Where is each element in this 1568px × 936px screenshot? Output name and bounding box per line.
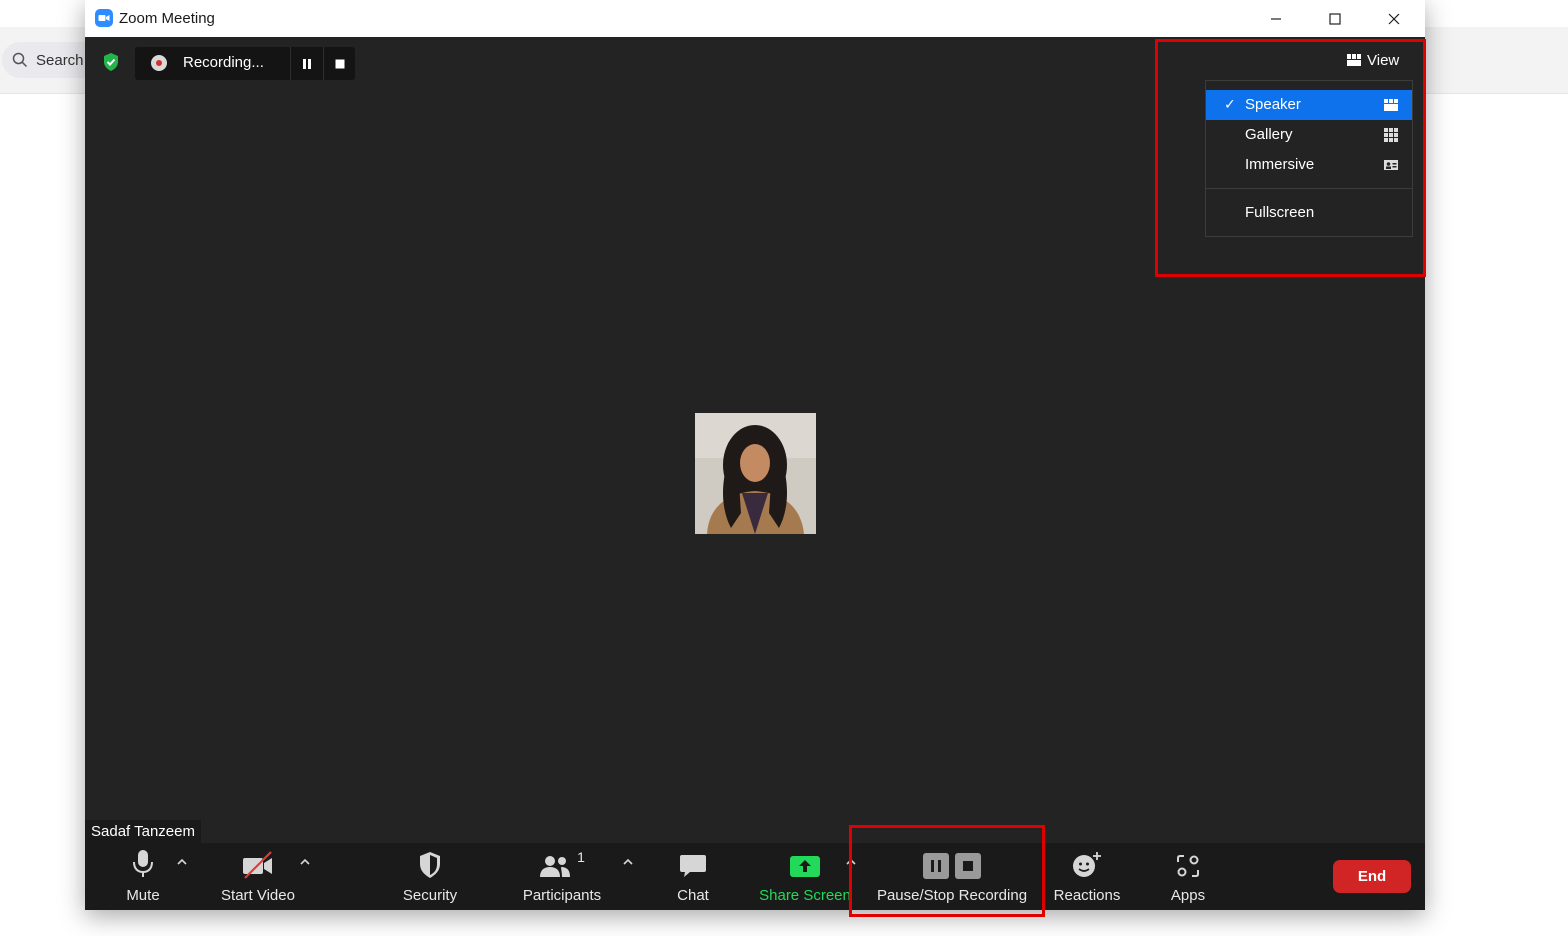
- meeting-controls-toolbar: Mute Start Video Security 1 Participants…: [85, 843, 1425, 910]
- start-video-button[interactable]: Start Video: [215, 843, 301, 910]
- close-button[interactable]: [1365, 0, 1423, 37]
- audio-options-chevron-icon[interactable]: [175, 857, 189, 867]
- reactions-button[interactable]: Reactions: [1047, 843, 1127, 910]
- zoom-app-icon: [95, 9, 113, 27]
- share-screen-icon: [790, 856, 820, 877]
- microphone-icon: [133, 850, 153, 877]
- window-title: Zoom Meeting: [119, 10, 215, 27]
- close-icon: [1388, 13, 1400, 24]
- search-label: Search: [36, 51, 84, 69]
- participants-count: 1: [577, 849, 585, 865]
- stop-icon: [335, 59, 345, 68]
- recording-dot-icon: [151, 55, 167, 71]
- recording-indicator-bar: Recording...: [135, 47, 355, 80]
- maximize-button[interactable]: [1306, 0, 1364, 37]
- video-options-chevron-icon[interactable]: [298, 857, 312, 867]
- recording-status-text: Recording...: [183, 54, 264, 71]
- mute-button[interactable]: Mute: [113, 843, 173, 910]
- reactions-smiley-icon: [1073, 852, 1101, 877]
- participants-button[interactable]: 1 Participants: [517, 843, 607, 910]
- apps-button[interactable]: Apps: [1158, 843, 1218, 910]
- maximize-icon: [1329, 12, 1341, 25]
- security-shield-icon: [420, 852, 440, 878]
- view-menu-highlight-box: [1155, 39, 1426, 277]
- stop-recording-button[interactable]: [323, 47, 356, 80]
- recording-controls-highlight-box: [849, 825, 1045, 917]
- end-meeting-button[interactable]: End: [1333, 860, 1411, 893]
- participant-name-tag: Sadaf Tanzeem: [85, 820, 201, 844]
- window-titlebar: Zoom Meeting: [85, 0, 1425, 37]
- encryption-shield-icon[interactable]: [101, 52, 121, 72]
- share-screen-button[interactable]: Share Screen: [758, 843, 852, 910]
- minimize-button[interactable]: [1247, 0, 1305, 37]
- search-icon: [12, 52, 28, 68]
- video-off-icon: [243, 851, 272, 879]
- chat-button[interactable]: Chat: [663, 843, 723, 910]
- participant-photo: [695, 413, 816, 534]
- pause-recording-button[interactable]: [290, 47, 323, 80]
- security-button[interactable]: Security: [390, 843, 470, 910]
- participants-options-chevron-icon[interactable]: [621, 857, 635, 867]
- chat-bubble-icon: [680, 855, 706, 877]
- pause-icon: [303, 58, 311, 69]
- apps-icon: [1177, 855, 1199, 877]
- minimize-icon: [1271, 17, 1281, 20]
- participants-icon: [540, 856, 571, 877]
- participant-video-avatar: [695, 413, 816, 534]
